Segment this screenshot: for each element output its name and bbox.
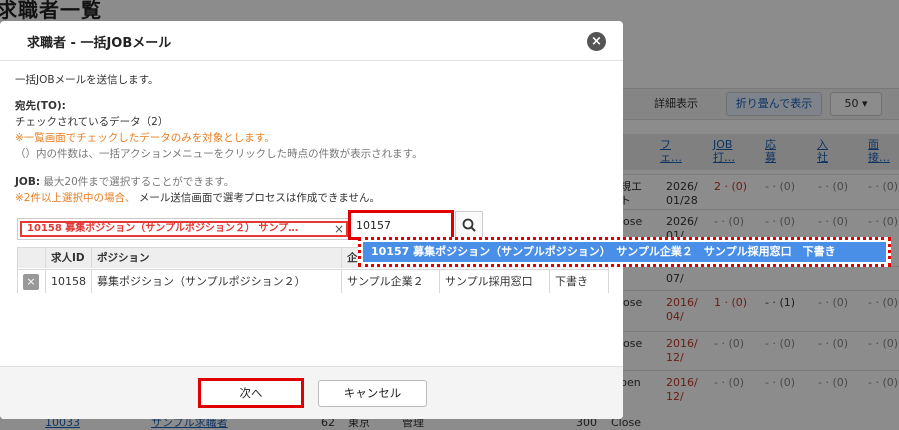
col-header-job-id: 求人ID	[46, 248, 92, 268]
next-button[interactable]: 次へ	[198, 378, 304, 408]
job-note-multi: ※2件以上選択中の場合、	[15, 192, 136, 204]
cell-position: 募集ポジション（サンプルポジション２）	[92, 269, 342, 293]
col-header-position: ポジション	[92, 248, 342, 268]
bulk-job-mail-modal: 求職者 - 一括JOBメール × 一括JOBメールを送信します。 宛先(TO):…	[0, 21, 623, 419]
col-header-action	[18, 248, 46, 268]
cell-status: 下書き	[550, 269, 608, 293]
to-label: 宛先(TO):	[15, 100, 66, 112]
modal-title: 求職者 - 一括JOBメール	[27, 36, 172, 51]
to-note-count: （）内の件数は、一括アクションメニューをクリックした時点の件数が表示されます。	[15, 148, 423, 160]
job-note-line: ※2件以上選択中の場合、 メール送信画面で選考プロセスは作成できません。	[15, 191, 380, 205]
to-note-checked: ※一覧画面でチェックしたデータのみを対象とします。	[15, 132, 275, 144]
selected-job-tag: 10158 募集ポジション（サンプルポジション２） サンプ…	[20, 221, 348, 237]
job-label: JOB:	[15, 176, 41, 188]
job-selection-box[interactable]: 10158 募集ポジション（サンプルポジション２） サンプ…	[17, 218, 349, 240]
delete-row-icon[interactable]: ×	[23, 274, 39, 290]
modal-header: 求職者 - 一括JOBメール ×	[0, 21, 623, 61]
job-search-input[interactable]	[348, 210, 454, 240]
job-hint: 最大20件まで選択することができます。	[43, 176, 235, 188]
cell-contact: サンプル採用窓口	[440, 269, 550, 293]
job-note-process: メール送信画面で選考プロセスは作成できません。	[138, 192, 381, 204]
to-value: チェックされているデータ（2）	[15, 116, 169, 128]
search-icon	[462, 218, 476, 232]
cancel-button[interactable]: キャンセル	[318, 380, 427, 407]
remove-selected-job-icon[interactable]: ×	[332, 220, 346, 238]
intro-text: 一括JOBメールを送信します。	[15, 74, 159, 86]
cell-job-id: 10158	[46, 269, 92, 293]
search-button[interactable]	[455, 211, 483, 239]
modal-footer	[0, 366, 623, 419]
job-autocomplete-dropdown: 10157 募集ポジション（サンプルポジション） サンプル企業２ サンプル採用窓…	[358, 237, 891, 267]
close-icon[interactable]: ×	[587, 32, 606, 51]
job-label-line: JOB: 最大20件まで選択することができます。	[15, 175, 234, 189]
autocomplete-option[interactable]: 10157 募集ポジション（サンプルポジション） サンプル企業２ サンプル採用窓…	[363, 242, 886, 262]
table-row-action: ×	[18, 269, 46, 293]
cell-company: サンプル企業２	[342, 269, 440, 293]
